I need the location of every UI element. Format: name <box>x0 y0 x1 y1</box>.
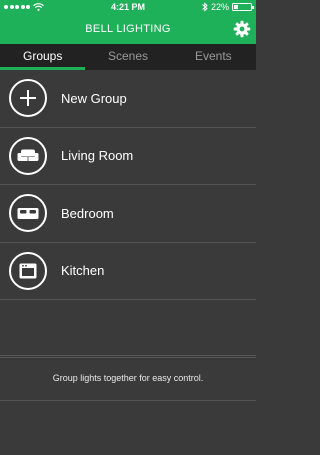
sofa-icon <box>9 136 47 175</box>
oven-icon <box>9 251 47 290</box>
wifi-icon <box>33 3 44 11</box>
battery-percent: 22% <box>210 2 229 12</box>
tab-scenes[interactable]: Scenes <box>85 44 170 70</box>
hint-text: Group lights together for easy control. <box>52 373 204 383</box>
battery-icon <box>232 3 254 11</box>
hint-row: Group lights together for easy control. <box>0 355 256 401</box>
plus-icon <box>9 79 47 118</box>
group-list: New Group Living Room Bedroom Kitchen <box>0 70 256 358</box>
group-label: Bedroom <box>61 205 114 221</box>
group-label: Kitchen <box>61 263 105 279</box>
tab-bar: Groups Scenes Events <box>0 44 256 70</box>
tab-events[interactable]: Events <box>171 44 256 70</box>
group-row-new-group[interactable]: New Group <box>0 70 256 128</box>
app-bar: BELL LIGHTING <box>0 14 256 44</box>
gear-icon[interactable] <box>233 20 251 38</box>
bluetooth-icon <box>202 2 208 12</box>
app-title: BELL LIGHTING <box>85 23 171 35</box>
empty-row <box>0 300 256 358</box>
status-bar: 4:21 PM 22% <box>0 0 256 14</box>
group-row-bedroom[interactable]: Bedroom <box>0 185 256 243</box>
group-label: Living Room <box>61 148 134 164</box>
bed-icon <box>9 194 47 233</box>
group-label: New Group <box>61 90 127 106</box>
battery-level <box>234 5 238 9</box>
group-row-living-room[interactable]: Living Room <box>0 128 256 185</box>
signal-dots-icon <box>4 5 30 9</box>
signal-strength <box>4 3 44 11</box>
group-row-kitchen[interactable]: Kitchen <box>0 243 256 300</box>
tab-groups[interactable]: Groups <box>0 44 86 70</box>
